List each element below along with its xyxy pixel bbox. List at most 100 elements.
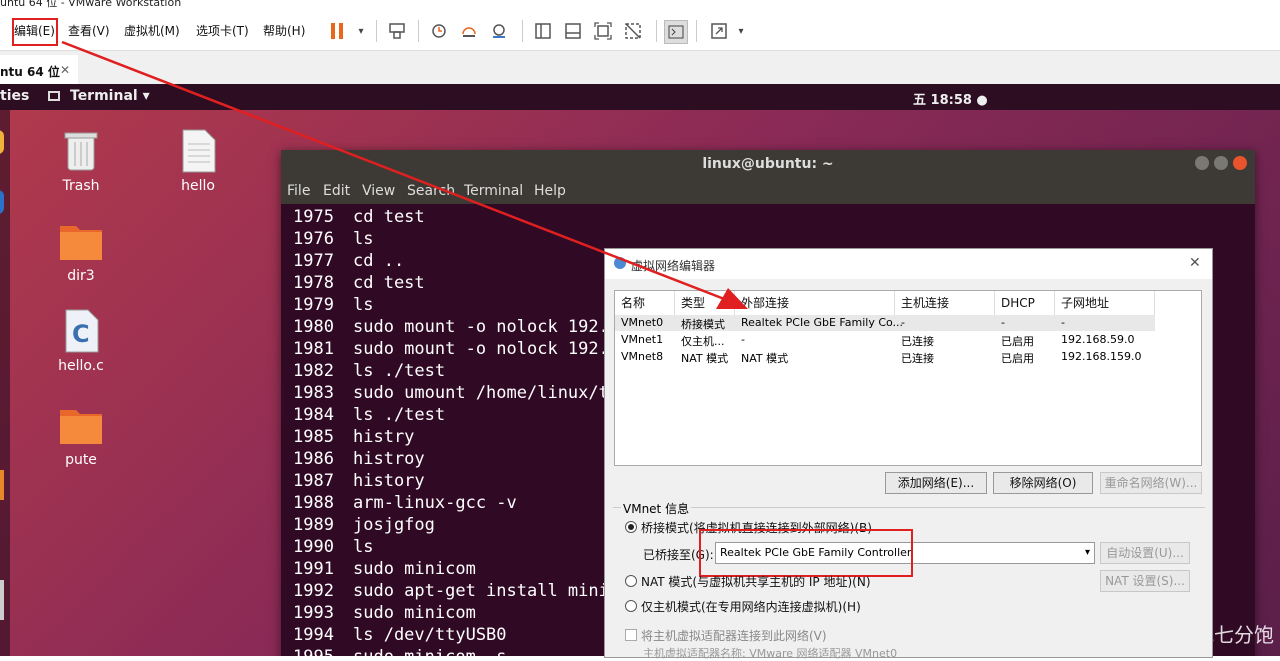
history-line: 1990 ls — [293, 536, 619, 558]
cell-dhcp: - — [1001, 316, 1005, 329]
history-line: 1976 ls — [293, 228, 619, 250]
terminal-menu-terminal[interactable]: Terminal — [464, 183, 523, 199]
folder-icon — [58, 402, 104, 448]
desktop-icon-pute[interactable]: pute — [41, 402, 121, 468]
stretch-dropdown-icon[interactable]: ▾ — [730, 20, 752, 42]
history-number: 1984 — [293, 405, 334, 425]
host-only-mode-radio[interactable]: 仅主机模式(在专用网络内连接虚拟机)(H) — [625, 598, 861, 615]
pause-icon[interactable] — [326, 20, 348, 42]
cell-type: 仅主机... — [681, 335, 725, 348]
toolbar-separator — [656, 20, 657, 42]
history-number: 1981 — [293, 339, 334, 359]
console-view-icon[interactable] — [562, 20, 584, 42]
close-icon[interactable]: ✕ — [1189, 255, 1201, 271]
adapter-name-label: 主机虚拟适配器名称: VMware 网络适配器 VMnet0 — [643, 647, 898, 660]
table-row[interactable]: VMnet0 桥接模式 Realtek PCIe GbE Family Co..… — [615, 315, 1155, 331]
cell-name: VMnet8 — [621, 350, 664, 363]
vm-tab-strip: ntu 64 位 ✕ — [0, 50, 1280, 85]
terminal-menu-help[interactable]: Help — [534, 183, 566, 199]
radio-unselected — [625, 575, 637, 587]
history-line: 1980 sudo mount -o nolock 192. — [293, 316, 619, 338]
remove-network-button[interactable]: 移除网络(O) — [993, 472, 1093, 494]
close-icon[interactable]: ✕ — [60, 63, 70, 77]
clock[interactable]: 五 18:58 ● — [913, 89, 988, 108]
virtual-network-editor-dialog[interactable]: 虚拟网络编辑器 ✕ 名称 类型 外部连接 主机连接 DHCP 子网地址 VMne… — [604, 248, 1213, 660]
thunderbird-icon[interactable] — [0, 190, 4, 214]
nat-mode-radio[interactable]: NAT 模式(与虚拟机共享主机的 IP 地址)(N) — [625, 573, 871, 590]
menu-tabs[interactable]: 选项卡(T) — [196, 22, 249, 39]
text-file-icon — [175, 128, 221, 174]
vm-tab-label: ntu 64 位 — [0, 65, 60, 79]
toolbar-separator — [376, 20, 377, 42]
menu-help[interactable]: 帮助(H) — [263, 22, 305, 39]
toolbar-separator — [418, 20, 419, 42]
history-number: 1995 — [293, 646, 353, 656]
terminal-menu-search[interactable]: Search — [407, 183, 455, 199]
trash-icon — [58, 128, 104, 174]
column-header-subnet[interactable]: 子网地址 — [1055, 291, 1155, 315]
history-command: ls ./test — [353, 405, 446, 425]
desktop-icon-label: hello.c — [58, 358, 104, 374]
software-icon[interactable] — [0, 470, 4, 500]
fullscreen-icon[interactable] — [592, 20, 614, 42]
stretch-icon[interactable] — [708, 20, 730, 42]
table-row[interactable]: VMnet8 NAT 模式 NAT 模式 已连接 已启用 192.168.159… — [615, 349, 1155, 365]
maximize-icon[interactable] — [1214, 156, 1228, 170]
add-network-button[interactable]: 添加网络(E)... — [885, 472, 987, 494]
menu-vm[interactable]: 虚拟机(M) — [124, 22, 180, 39]
history-line: 1989 josjgfog — [293, 514, 619, 536]
history-command: cd .. — [353, 251, 405, 271]
dialog-titlebar[interactable]: 虚拟网络编辑器 ✕ — [605, 249, 1212, 279]
history-line: 1994 ls /dev/ttyUSB0 — [293, 624, 619, 646]
close-icon[interactable] — [1233, 156, 1247, 170]
terminal-console-icon[interactable] — [664, 20, 688, 44]
terminal-output[interactable]: 1975 cd test 1976 ls 1977 cd .. 1978 cd test 197… — [293, 206, 619, 656]
nat-settings-button[interactable]: NAT 设置(S)... — [1100, 570, 1190, 592]
terminal-menu-edit[interactable]: Edit — [323, 183, 350, 199]
snapshot-icon[interactable] — [428, 20, 450, 42]
menu-view[interactable]: 查看(V) — [68, 22, 110, 39]
desktop-icon-hello-c[interactable]: C hello.c — [41, 308, 121, 374]
connect-adapter-label: 将主机虚拟适配器连接到此网络(V) — [641, 629, 827, 643]
column-header-host[interactable]: 主机连接 — [895, 291, 995, 315]
terminal-menu-file[interactable]: File — [287, 183, 310, 199]
column-header-external[interactable]: 外部连接 — [735, 291, 895, 315]
power-dropdown-icon[interactable]: ▾ — [350, 20, 372, 42]
terminal-menu-view[interactable]: View — [362, 183, 395, 199]
history-command: cd test — [353, 207, 425, 227]
column-header-dhcp[interactable]: DHCP — [995, 291, 1055, 315]
history-number: 1987 — [293, 471, 334, 491]
firefox-icon[interactable] — [0, 130, 4, 154]
sidebar-view-icon[interactable] — [532, 20, 554, 42]
app-menu[interactable]: Terminal ▾ — [70, 88, 150, 104]
terminal-titlebar[interactable]: linux@ubuntu: ~ — [281, 150, 1255, 178]
activities-button[interactable]: ties — [0, 88, 29, 104]
revert-snapshot-icon[interactable] — [458, 20, 480, 42]
history-number: 1986 — [293, 449, 334, 469]
terminal-menubar: File Edit View Search Terminal Help — [281, 178, 1255, 204]
history-line: 1977 cd .. — [293, 250, 619, 272]
history-command: ls — [353, 229, 374, 249]
history-number: 1979 — [293, 295, 334, 315]
vm-tab[interactable]: ntu 64 位 ✕ — [0, 55, 78, 85]
column-header-type[interactable]: 类型 — [675, 291, 735, 315]
table-row[interactable]: VMnet1 仅主机... - 已连接 已启用 192.168.59.0 — [615, 332, 1155, 348]
minimize-icon[interactable] — [1195, 156, 1209, 170]
files-icon[interactable] — [0, 580, 4, 620]
history-command: cd test — [353, 273, 425, 293]
desktop-icon-hello[interactable]: hello — [158, 128, 238, 194]
auto-settings-button[interactable]: 自动设置(U)... — [1100, 542, 1190, 564]
send-keys-icon[interactable] — [386, 20, 408, 42]
unity-mode-icon[interactable] — [622, 20, 644, 42]
history-number: 1992 — [293, 581, 334, 601]
vmnet-info-label: VMnet 信息 — [621, 500, 692, 517]
snapshot-manager-icon[interactable] — [488, 20, 510, 42]
cell-type: 桥接模式 — [681, 318, 725, 331]
history-command: sudo umount /home/linux/te — [353, 383, 620, 403]
desktop-icon-trash[interactable]: Trash — [41, 128, 121, 194]
terminal-title: linux@ubuntu: ~ — [702, 156, 834, 172]
rename-network-button[interactable]: 重命名网络(W)... — [1100, 472, 1202, 494]
desktop-icon-dir3[interactable]: dir3 — [41, 218, 121, 284]
connect-adapter-checkbox[interactable]: 将主机虚拟适配器连接到此网络(V) — [625, 627, 827, 644]
column-header-name[interactable]: 名称 — [615, 291, 675, 315]
